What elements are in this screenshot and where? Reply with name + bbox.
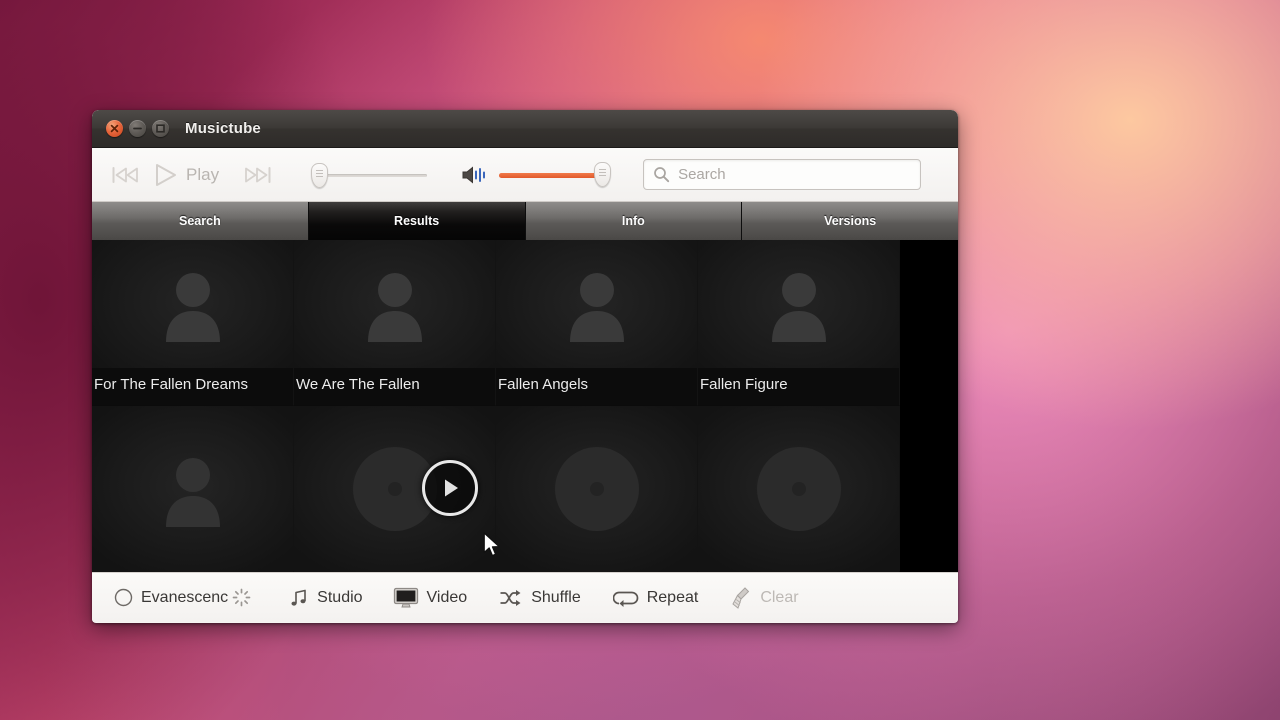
- monitor-icon: [393, 587, 418, 607]
- play-overlay-icon: [445, 479, 458, 497]
- video-button[interactable]: Video: [383, 583, 478, 613]
- volume-slider-handle[interactable]: [594, 161, 612, 187]
- progress-track: [321, 173, 428, 177]
- window-title: Musictube: [185, 120, 261, 137]
- previous-button[interactable]: [104, 161, 146, 189]
- search-input[interactable]: Search: [643, 159, 922, 190]
- result-title: Fallen Angels: [498, 376, 589, 393]
- disc-placeholder-icon: [554, 447, 639, 531]
- result-item[interactable]: Fallen Figure: [698, 240, 900, 406]
- result-item[interactable]: We Are The Fallen: [294, 240, 496, 406]
- person-placeholder-icon: [771, 273, 826, 342]
- play-button[interactable]: Play: [148, 159, 221, 191]
- result-title: Fallen Figure: [700, 376, 788, 393]
- application-window: Musictube Play Search Search Results Inf…: [92, 110, 958, 623]
- result-thumbnail: [92, 406, 293, 572]
- progress-slider-handle[interactable]: [311, 162, 329, 188]
- music-note-icon: [291, 589, 306, 606]
- volume-control: [461, 160, 619, 190]
- result-item[interactable]: [496, 406, 698, 572]
- tab-bar: Search Results Info Versions: [92, 202, 958, 240]
- repeat-icon: [612, 591, 638, 607]
- results-grid: For The Fallen Dreams We Are The Fallen: [92, 240, 900, 572]
- previous-track-icon: [112, 166, 138, 183]
- repeat-button[interactable]: Repeat: [603, 584, 709, 612]
- clear-button[interactable]: Clear: [720, 582, 808, 614]
- repeat-label: Repeat: [646, 588, 699, 606]
- studio-button[interactable]: Studio: [279, 584, 372, 612]
- play-button-label: Play: [186, 164, 220, 184]
- desktop-wallpaper: Musictube Play Search Search Results Inf…: [0, 0, 1280, 720]
- broom-icon: [732, 586, 750, 609]
- studio-label: Studio: [317, 588, 363, 606]
- result-title: For The Fallen Dreams: [94, 376, 248, 393]
- result-item[interactable]: Fallen Angels: [496, 240, 698, 406]
- circle-icon: [114, 588, 133, 607]
- search-placeholder: Search: [678, 166, 726, 183]
- shuffle-label: Shuffle: [531, 588, 581, 606]
- transport-controls: Play: [104, 159, 279, 191]
- bottom-toolbar: Evanescenc Studio Video Shuffle Repeat C…: [92, 572, 958, 622]
- search-icon: [654, 167, 670, 183]
- volume-fill: [499, 172, 600, 178]
- tab-search[interactable]: Search: [92, 202, 309, 240]
- disc-placeholder-icon: [756, 447, 841, 531]
- speaker-icon: [462, 165, 486, 184]
- person-placeholder-icon: [367, 273, 422, 342]
- results-scroll-gutter: [900, 240, 958, 572]
- result-thumbnail: [294, 240, 495, 368]
- video-label: Video: [426, 588, 468, 606]
- now-playing-item[interactable]: Evanescenc: [104, 584, 261, 611]
- result-item[interactable]: For The Fallen Dreams: [92, 240, 294, 406]
- result-thumbnail: [698, 406, 899, 572]
- tab-versions[interactable]: Versions: [742, 202, 958, 240]
- next-button[interactable]: [237, 161, 279, 189]
- next-track-icon: [245, 166, 271, 183]
- title-bar: Musictube: [92, 110, 958, 148]
- result-thumbnail: [496, 406, 697, 572]
- shuffle-button[interactable]: Shuffle: [489, 584, 591, 612]
- result-title: We Are The Fallen: [296, 376, 420, 393]
- loading-spinner-icon: [232, 588, 251, 607]
- tab-results[interactable]: Results: [308, 202, 526, 240]
- result-item[interactable]: [92, 406, 294, 572]
- now-playing-label: Evanescenc: [141, 588, 229, 606]
- results-content-area: For The Fallen Dreams We Are The Fallen: [92, 240, 958, 572]
- person-placeholder-icon: [165, 273, 220, 342]
- person-placeholder-icon: [165, 458, 220, 527]
- person-placeholder-icon: [569, 273, 624, 342]
- play-overlay-button[interactable]: [422, 460, 478, 516]
- maximize-button[interactable]: [152, 120, 169, 137]
- result-item[interactable]: [698, 406, 900, 572]
- playback-progress-slider[interactable]: [307, 160, 428, 190]
- volume-slider[interactable]: [499, 160, 619, 190]
- clear-label: Clear: [760, 588, 799, 606]
- shuffle-icon: [500, 589, 521, 606]
- player-toolbar: Play Search: [92, 148, 958, 202]
- result-thumbnail: [496, 240, 697, 368]
- result-thumbnail: [698, 240, 899, 368]
- play-icon: [156, 163, 176, 186]
- result-thumbnail: [92, 240, 293, 368]
- minimize-button[interactable]: [129, 120, 146, 137]
- close-button[interactable]: [106, 120, 123, 137]
- tab-info[interactable]: Info: [525, 202, 743, 240]
